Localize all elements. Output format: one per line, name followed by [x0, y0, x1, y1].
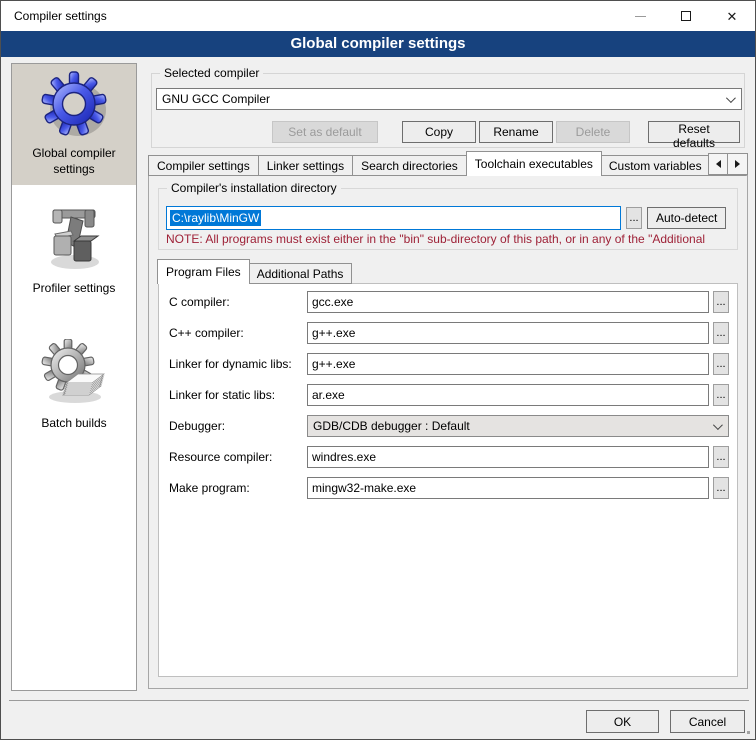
cpp-compiler-row: C++ compiler: ...: [169, 322, 729, 344]
field-label: C++ compiler:: [169, 326, 307, 340]
window-title: Compiler settings: [14, 1, 107, 31]
compiler-select-value: GNU GCC Compiler: [162, 92, 270, 106]
sidebar-item-label: Batch builds: [14, 415, 134, 431]
dynamic-linker-browse-button[interactable]: ...: [713, 353, 729, 375]
debugger-row: Debugger: GDB/CDB debugger : Default: [169, 415, 729, 437]
installation-directory-input[interactable]: C:\raylib\MinGW: [166, 206, 621, 230]
debugger-select-value: GDB/CDB debugger : Default: [313, 419, 470, 433]
tab-search-directories[interactable]: Search directories: [353, 155, 467, 176]
field-label: Make program:: [169, 481, 307, 495]
ok-button[interactable]: OK: [586, 710, 659, 733]
make-program-browse-button[interactable]: ...: [713, 477, 729, 499]
title-bar: Compiler settings ✕: [1, 1, 755, 31]
resource-compiler-row: Resource compiler: ...: [169, 446, 729, 468]
program-files-tab-strip: Program Files Additional Paths: [158, 260, 352, 284]
tab-linker-settings[interactable]: Linker settings: [259, 155, 353, 176]
profiler-icon: [41, 204, 107, 274]
maximize-button[interactable]: [663, 1, 709, 31]
tab-scroll-right-button[interactable]: [728, 153, 748, 175]
sidebar-item-label: Profiler settings: [14, 280, 134, 296]
set-as-default-button[interactable]: Set as default: [272, 121, 378, 143]
sidebar-item-batch-builds[interactable]: Batch builds: [12, 334, 136, 439]
tab-additional-paths[interactable]: Additional Paths: [249, 263, 353, 284]
minimize-icon: [635, 16, 646, 17]
make-program-input[interactable]: [307, 477, 709, 499]
dynamic-linker-row: Linker for dynamic libs: ...: [169, 353, 729, 375]
tab-compiler-settings[interactable]: Compiler settings: [148, 155, 259, 176]
close-button[interactable]: ✕: [709, 1, 755, 31]
cpp-compiler-input[interactable]: [307, 322, 709, 344]
toolchain-executables-page: Compiler's installation directory C:\ray…: [148, 175, 748, 689]
cpp-compiler-browse-button[interactable]: ...: [713, 322, 729, 344]
static-linker-row: Linker for static libs: ...: [169, 384, 729, 406]
chevron-down-icon: [726, 93, 736, 103]
resource-compiler-browse-button[interactable]: ...: [713, 446, 729, 468]
static-linker-browse-button[interactable]: ...: [713, 384, 729, 406]
field-label: Debugger:: [169, 419, 307, 433]
bin-subdirectory-note: NOTE: All programs must exist either in …: [166, 232, 735, 246]
field-label: C compiler:: [169, 295, 307, 309]
tab-toolchain-executables[interactable]: Toolchain executables: [466, 151, 602, 176]
batch-builds-icon: [41, 339, 107, 409]
installation-directory-group: Compiler's installation directory C:\ray…: [158, 188, 738, 250]
sidebar-item-global-compiler-settings[interactable]: Global compiler settings: [12, 64, 136, 185]
compiler-settings-dialog: Compiler settings ✕ Global compiler sett…: [0, 0, 756, 740]
tab-scroll-left-button[interactable]: [708, 153, 728, 175]
resize-grip[interactable]: [747, 731, 750, 734]
copy-button[interactable]: Copy: [402, 121, 476, 143]
dynamic-linker-input[interactable]: [307, 353, 709, 375]
field-label: Resource compiler:: [169, 450, 307, 464]
static-linker-input[interactable]: [307, 384, 709, 406]
resource-compiler-input[interactable]: [307, 446, 709, 468]
group-label: Compiler's installation directory: [167, 181, 341, 195]
settings-tab-strip: Compiler settings Linker settings Search…: [148, 151, 749, 176]
field-label: Linker for dynamic libs:: [169, 357, 307, 371]
page-title: Global compiler settings: [1, 31, 755, 57]
debugger-select[interactable]: GDB/CDB debugger : Default: [307, 415, 729, 437]
tab-custom-variables[interactable]: Custom variables: [601, 155, 711, 176]
maximize-icon: [681, 11, 691, 21]
compiler-buttons-row: Set as default Copy Rename Delete Reset …: [156, 121, 740, 143]
blue-gear-icon: [41, 69, 107, 139]
minimize-button[interactable]: [617, 1, 663, 31]
sidebar-item-label: Global compiler settings: [14, 145, 134, 177]
selected-compiler-group: Selected compiler GNU GCC Compiler Set a…: [151, 73, 745, 148]
triangle-left-icon: [716, 160, 721, 168]
group-label: Selected compiler: [160, 66, 263, 80]
delete-button[interactable]: Delete: [556, 121, 630, 143]
make-program-row: Make program: ...: [169, 477, 729, 499]
rename-button[interactable]: Rename: [479, 121, 553, 143]
sidebar-item-profiler-settings[interactable]: Profiler settings: [12, 199, 136, 304]
tab-program-files[interactable]: Program Files: [157, 259, 250, 284]
settings-category-list: Global compiler settings Profiler settin…: [11, 63, 137, 691]
close-icon: ✕: [727, 10, 738, 23]
c-compiler-browse-button[interactable]: ...: [713, 291, 729, 313]
reset-defaults-button[interactable]: Reset defaults: [648, 121, 740, 143]
chevron-down-icon: [713, 420, 723, 430]
tab-scroll-buttons: [708, 153, 748, 175]
footer-divider: [9, 700, 749, 701]
triangle-right-icon: [735, 160, 740, 168]
selected-text: C:\raylib\MinGW: [170, 210, 261, 226]
directory-browse-button[interactable]: ...: [626, 207, 642, 229]
auto-detect-button[interactable]: Auto-detect: [647, 207, 726, 229]
program-files-page: C compiler: ... C++ compiler: ... Linker…: [158, 283, 738, 677]
cancel-button[interactable]: Cancel: [670, 710, 745, 733]
compiler-select[interactable]: GNU GCC Compiler: [156, 88, 742, 110]
c-compiler-row: C compiler: ...: [169, 291, 729, 313]
field-label: Linker for static libs:: [169, 388, 307, 402]
window-controls: ✕: [617, 1, 755, 31]
c-compiler-input[interactable]: [307, 291, 709, 313]
